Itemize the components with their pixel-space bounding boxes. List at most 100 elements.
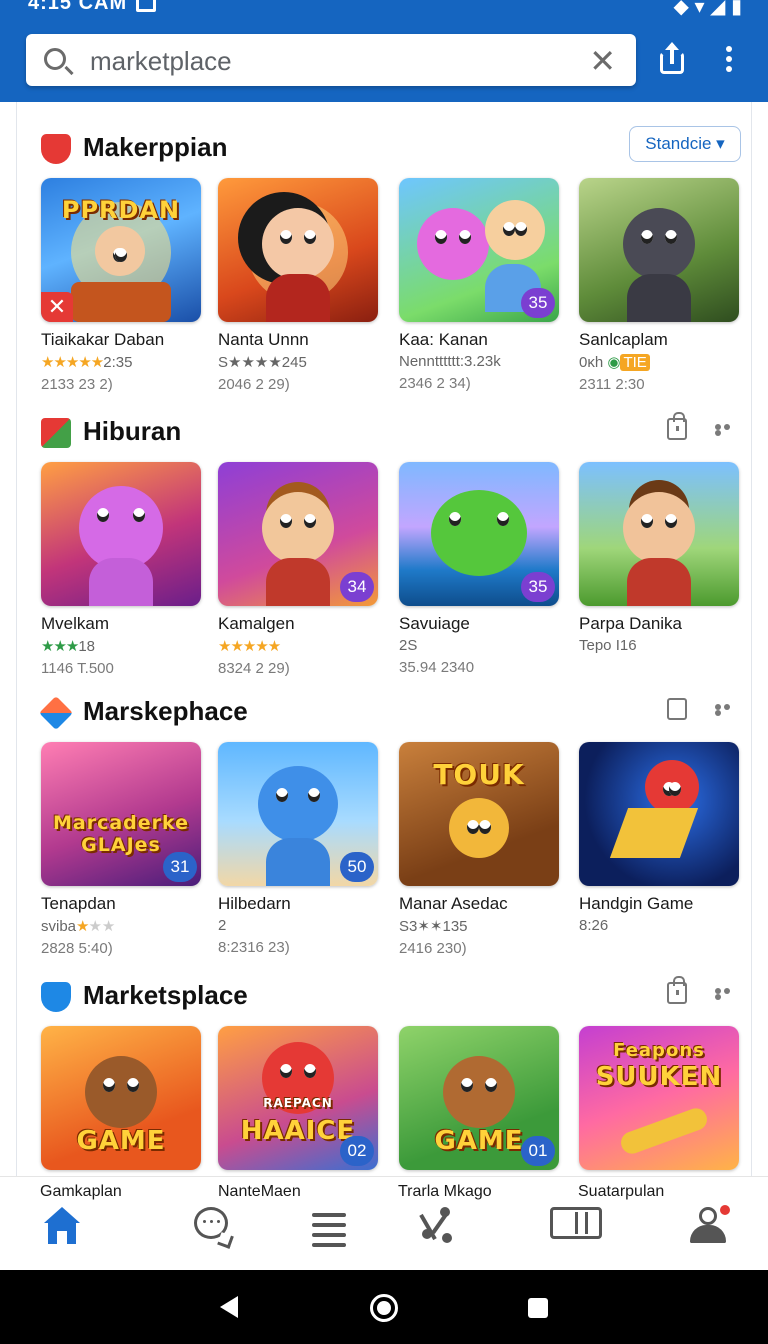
cube-icon: [39, 696, 73, 730]
character: [262, 208, 334, 280]
coin-icon: [449, 798, 509, 858]
art-title: GAME: [76, 1126, 166, 1156]
section-header: Marketsplace: [41, 976, 741, 1016]
tile-rating: ★★★★★: [218, 637, 378, 655]
content-panel: Makerppian Standcie ▾ PPRDAN ✕ Tiaikakar…: [16, 102, 752, 1176]
game-tile[interactable]: GAME 01: [399, 1026, 559, 1170]
game-tile[interactable]: Parpa Danika Tepo I16: [579, 462, 739, 654]
tile-rating: 0ĸh ◉ TIE: [579, 353, 739, 371]
notification-dot: [718, 1203, 732, 1217]
more-options-icon[interactable]: [722, 46, 736, 76]
game-tile[interactable]: Mvelkam ★★★18 1146 T.500: [41, 462, 201, 677]
character: [485, 200, 545, 260]
sort-dropdown[interactable]: Standcie ▾: [629, 126, 741, 162]
game-tile[interactable]: Feapons SUUKEN: [579, 1026, 739, 1170]
recents-icon[interactable]: [528, 1298, 548, 1318]
tile-name: Kaa: Kanan: [399, 330, 488, 349]
search-field[interactable]: marketplace ✕: [26, 34, 636, 86]
art-title: Marcaderke GLAJes: [52, 812, 190, 856]
rank-badge: 35: [521, 288, 555, 318]
lock-icon[interactable]: [667, 976, 687, 1004]
game-tile[interactable]: TOUK Manar Asedac S3✶✶135 2416 230): [399, 742, 559, 957]
rank-badge: 35: [521, 572, 555, 602]
game-art: [579, 462, 739, 606]
nav-label: Gamkaplan: [40, 1183, 122, 1200]
lock-icon[interactable]: [667, 412, 687, 440]
search-input[interactable]: marketplace: [90, 46, 232, 77]
game-art: Feapons SUUKEN: [579, 1026, 739, 1170]
tile-row: Mvelkam ★★★18 1146 T.500 34 Kamalgen ★★★…: [41, 462, 741, 692]
tile-rating: sviba★★★: [41, 918, 116, 935]
tile-name: Sanlcaplam: [579, 330, 668, 349]
game-tile[interactable]: 50 Hilbedarn 2 8:2316 23): [218, 742, 378, 956]
tile-tag: TIE: [620, 354, 650, 371]
bottom-navigation: Gamkaplan NanteMaen Trarla Mkago Suatarp…: [0, 1176, 768, 1270]
search-icon: [44, 48, 66, 70]
tile-row: PPRDAN ✕ Tiaikakar Daban ★★★★★2:35 2133 …: [41, 178, 741, 408]
sync-icon: ◉: [607, 354, 621, 371]
tile-name: Hilbedarn: [218, 894, 291, 913]
tile-row: Marcaderke GLAJes 31 Tenapdan sviba★★★ 2…: [41, 742, 741, 972]
tile-rating: Nenntttttt:3.23k: [399, 353, 501, 370]
book-icon[interactable]: [550, 1207, 602, 1239]
star-rating-icon: ★★★★★: [218, 638, 281, 655]
tile-meta: 8:2316 23): [218, 939, 290, 956]
tile-rating: 2: [218, 917, 227, 934]
section-header: Makerppian Standcie ▾: [41, 126, 741, 168]
character: [258, 766, 338, 842]
section-icon: [41, 418, 71, 448]
section-header: Hiburan: [41, 412, 741, 452]
calendar-icon: [136, 0, 156, 12]
home-button-icon[interactable]: [370, 1294, 398, 1322]
more-horizontal-icon[interactable]: [715, 424, 741, 436]
close-icon[interactable]: ✕: [41, 292, 73, 322]
status-time: 4:15 CAM: [28, 0, 128, 14]
tile-name: Handgin Game: [579, 894, 694, 913]
game-tile[interactable]: GAME: [41, 1026, 201, 1170]
art-title: SUUKEN: [595, 1062, 723, 1092]
branch-icon[interactable]: [419, 1207, 460, 1245]
character: [85, 1056, 157, 1128]
tile-rating: ★★★18: [41, 638, 96, 655]
tile-rating: S3✶✶135: [399, 918, 468, 935]
section-title: Marskephace: [83, 696, 248, 726]
chat-icon[interactable]: [194, 1207, 228, 1239]
character: [623, 492, 695, 564]
back-icon[interactable]: [220, 1296, 238, 1318]
tile-rating: Tepo I16: [579, 637, 637, 654]
game-art: [41, 462, 201, 606]
game-tile[interactable]: 35 Savuiage 2S 35.94 2340: [399, 462, 559, 676]
select-icon[interactable]: [667, 698, 687, 720]
game-art: [218, 178, 378, 322]
tile-rating: 8:26: [579, 917, 609, 934]
share-icon[interactable]: [658, 42, 686, 76]
game-art: [579, 178, 739, 322]
game-art: GAME 01: [399, 1026, 559, 1170]
game-art: 35: [399, 462, 559, 606]
game-tile[interactable]: RAEPACN HAAICE 02: [218, 1026, 378, 1170]
chevron-down-icon: ▾: [716, 134, 725, 153]
more-horizontal-icon[interactable]: [715, 704, 741, 716]
list-icon[interactable]: [312, 1213, 346, 1251]
character: [95, 226, 145, 276]
nav-label: NanteMaen: [218, 1183, 301, 1200]
more-horizontal-icon[interactable]: [715, 988, 741, 1000]
nav-label: Suatarpulan: [578, 1183, 665, 1200]
sort-label: Standcie: [645, 134, 712, 153]
clear-search-icon[interactable]: ✕: [589, 42, 616, 80]
tile-meta: 2416 230): [399, 940, 467, 957]
tile-name: Tenapdan: [41, 894, 116, 913]
profile-icon[interactable]: [688, 1203, 732, 1245]
game-tile[interactable]: Marcaderke GLAJes 31 Tenapdan sviba★★★ 2…: [41, 742, 201, 957]
home-icon[interactable]: [42, 1207, 82, 1245]
game-tile[interactable]: Handgin Game 8:26: [579, 742, 739, 934]
game-tile[interactable]: Nanta Unnn S★★★★245 2046 2 29): [218, 178, 378, 393]
tile-meta: 2133 23 2): [41, 376, 113, 393]
tile-meta: 8324 2 29): [218, 660, 290, 677]
game-tile[interactable]: 34 Kamalgen ★★★★★ 8324 2 29): [218, 462, 378, 677]
game-tile[interactable]: Sanlcaplam 0ĸh ◉ TIE 2311 2:30: [579, 178, 739, 393]
game-tile[interactable]: PPRDAN ✕ Tiaikakar Daban ★★★★★2:35 2133 …: [41, 178, 201, 393]
signal-icon: ◆ ▾ ◢ ▮: [673, 0, 742, 18]
character: [443, 1056, 515, 1128]
game-tile[interactable]: 35 Kaa: Kanan Nenntttttt:3.23k 2346 2 34…: [399, 178, 559, 392]
